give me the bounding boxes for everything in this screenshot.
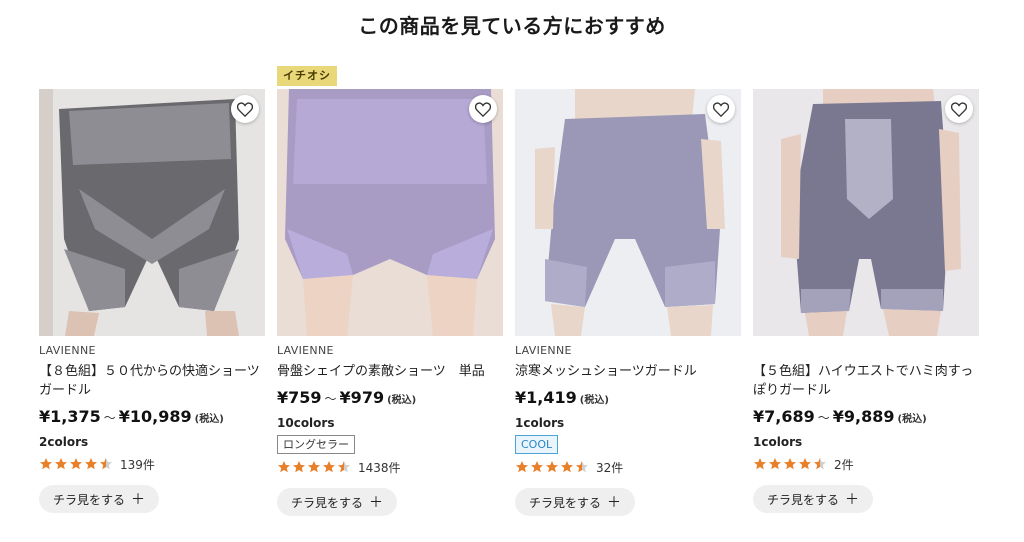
review-count: 1438件 bbox=[358, 460, 401, 475]
quick-view-button[interactable]: チラ見をする ＋ bbox=[39, 485, 160, 513]
cool-tag: COOL bbox=[515, 435, 559, 454]
brand-name: LAVIENNE bbox=[277, 344, 334, 357]
color-count: 10colors bbox=[277, 416, 335, 430]
favorite-button[interactable] bbox=[231, 95, 259, 123]
pick-badge: イチオシ bbox=[277, 66, 337, 86]
brand-name: LAVIENNE bbox=[39, 344, 96, 357]
heart-outline-icon bbox=[475, 101, 491, 117]
stars bbox=[277, 460, 353, 474]
star-icon bbox=[754, 458, 826, 470]
product-name[interactable]: 骨盤シェイプの素敵ショーツ 単品 bbox=[277, 362, 503, 381]
stars bbox=[753, 457, 829, 471]
star-icon bbox=[516, 461, 588, 473]
long-seller-tag: ロングセラー bbox=[277, 435, 355, 454]
price-max: ¥9,889 bbox=[832, 407, 895, 426]
color-count: 1colors bbox=[753, 435, 803, 449]
quick-view-button[interactable]: チラ見をする ＋ bbox=[753, 485, 874, 513]
heart-outline-icon bbox=[237, 101, 253, 117]
rating: 139件 bbox=[39, 455, 265, 473]
stars bbox=[515, 460, 591, 474]
review-count: 139件 bbox=[120, 457, 155, 472]
price: ¥1,419 (税込) bbox=[515, 387, 741, 409]
section-title: この商品を見ている方におすすめ bbox=[358, 14, 666, 38]
review-count: 32件 bbox=[596, 460, 624, 475]
price-min: ¥1,419 bbox=[515, 388, 577, 407]
quick-view-label: チラ見をする bbox=[529, 495, 602, 510]
price-min: ¥759 bbox=[277, 388, 322, 407]
rating: 1438件 bbox=[277, 458, 503, 476]
price: ¥759 ～ ¥979 (税込) bbox=[277, 387, 503, 409]
heart-outline-icon bbox=[951, 101, 967, 117]
quick-view-button[interactable]: チラ見をする ＋ bbox=[277, 488, 398, 516]
heart-outline-icon bbox=[713, 101, 729, 117]
tax-label: (税込) bbox=[194, 414, 224, 425]
price-separator: ～ bbox=[324, 392, 337, 406]
product-name[interactable]: 【８色組】５０代からの快適ショーツガードル bbox=[39, 362, 265, 400]
favorite-button[interactable] bbox=[469, 95, 497, 123]
rating: 32件 bbox=[515, 458, 741, 476]
tax-label: (税込) bbox=[387, 395, 417, 406]
quick-view-button[interactable]: チラ見をする ＋ bbox=[515, 488, 636, 516]
price-min: ¥1,375 bbox=[39, 407, 101, 426]
product-name[interactable]: 【５色組】ハイウエストでハミ肉すっぽりガードル bbox=[753, 362, 979, 400]
plus-icon: ＋ bbox=[131, 492, 146, 508]
review-count: 2件 bbox=[834, 457, 854, 472]
stars bbox=[39, 457, 115, 471]
quick-view-label: チラ見をする bbox=[767, 492, 840, 507]
price-max: ¥10,989 bbox=[118, 407, 192, 426]
quick-view-label: チラ見をする bbox=[53, 492, 126, 507]
quick-view-label: チラ見をする bbox=[291, 495, 364, 510]
brand-name bbox=[753, 343, 979, 359]
rating: 2件 bbox=[753, 455, 979, 473]
price-separator: ～ bbox=[817, 411, 830, 425]
product-image[interactable] bbox=[753, 89, 979, 336]
tax-label: (税込) bbox=[897, 414, 927, 425]
favorite-button[interactable] bbox=[707, 95, 735, 123]
product-image[interactable] bbox=[515, 89, 741, 336]
favorite-button[interactable] bbox=[945, 95, 973, 123]
price-separator: ～ bbox=[103, 411, 116, 425]
price-min: ¥7,689 bbox=[753, 407, 815, 426]
product-image[interactable] bbox=[277, 89, 503, 336]
tax-label: (税込) bbox=[579, 395, 609, 406]
color-count: 1colors bbox=[515, 416, 565, 430]
plus-icon: ＋ bbox=[369, 495, 384, 511]
star-icon bbox=[278, 461, 350, 473]
plus-icon: ＋ bbox=[607, 495, 622, 511]
star-icon bbox=[40, 458, 112, 470]
plus-icon: ＋ bbox=[845, 492, 860, 508]
price-max: ¥979 bbox=[339, 388, 385, 407]
price: ¥1,375 ～ ¥10,989 (税込) bbox=[39, 406, 265, 428]
product-name[interactable]: 涼寒メッシュショーツガードル bbox=[515, 362, 741, 381]
brand-name: LAVIENNE bbox=[515, 344, 572, 357]
color-count: 2colors bbox=[39, 435, 89, 449]
product-image[interactable] bbox=[39, 89, 265, 336]
price: ¥7,689 ～ ¥9,889 (税込) bbox=[753, 406, 979, 428]
